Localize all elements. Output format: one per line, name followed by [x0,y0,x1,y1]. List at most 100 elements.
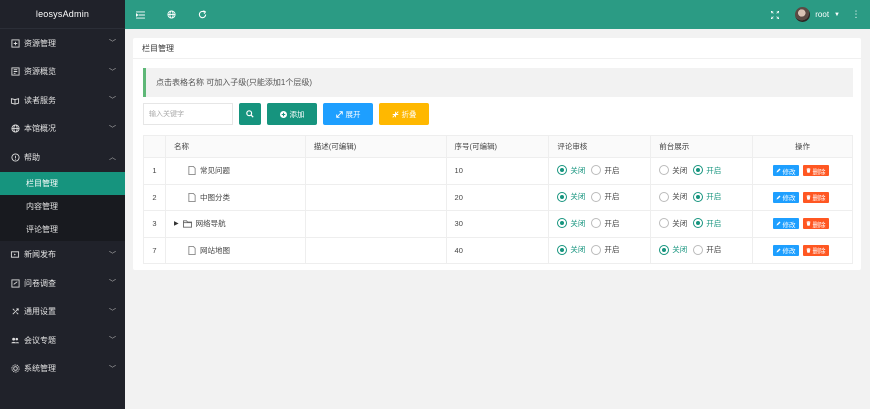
review-off-radio[interactable]: 关闭 [557,165,585,176]
row-name: 常见问题 [199,166,230,176]
row-order-cell[interactable]: 20 [445,183,550,211]
folder-icon [182,220,192,228]
fullscreen-button[interactable] [765,0,785,29]
delete-button[interactable]: 删除 [802,218,829,230]
row-display-cell: 关闭 开启 [650,157,754,185]
display-off-radio[interactable]: 关闭 [659,218,687,229]
table-row: 2 中图分类 20 关闭 开启 关闭 开启 修改 删除 [143,183,853,211]
delete-button[interactable]: 删除 [802,191,829,203]
row-name-cell[interactable]: 常见问题 [164,157,306,185]
chevron-down-icon: ﹀ [109,308,116,316]
chevron-down-icon: ﹀ [109,125,116,133]
chevron-down-icon: ﹀ [109,68,116,76]
add-button[interactable]: 添加 [267,103,317,125]
row-index: 3 [143,210,166,238]
tip-box: 点击表格名称 可加入子级(只能添加1个层级) [143,68,853,97]
resource-icon [10,38,20,48]
review-on-radio[interactable]: 开启 [591,191,619,202]
display-off-radio[interactable]: 关闭 [659,191,687,202]
overview-icon [10,67,20,77]
display-on-radio[interactable]: 开启 [693,244,721,255]
survey-icon [10,278,20,288]
file-icon [188,245,196,255]
sidebar-item-library-info[interactable]: 本馆概况 ﹀ [0,115,125,144]
review-on-radio[interactable]: 开启 [591,165,619,176]
edit-button[interactable]: 修改 [772,165,799,177]
review-on-radio[interactable]: 开启 [591,244,619,255]
display-on-radio[interactable]: 开启 [693,191,721,202]
row-name: 中图分类 [199,192,230,202]
search-icon [246,110,254,118]
row-order-cell[interactable]: 10 [445,157,550,185]
app-logo[interactable]: leosysAdmin [0,0,125,29]
sidebar-subitem-column-manage[interactable]: 栏目管理 [0,171,125,195]
edit-button[interactable]: 修改 [772,218,799,230]
chevron-down-icon: ﹀ [109,251,116,259]
display-on-radio[interactable]: 开启 [693,165,721,176]
collapse-button[interactable]: 折叠 [379,103,429,125]
pencil-icon [776,195,781,200]
column-header-index [143,135,166,158]
row-name-cell[interactable]: 网站地图 [164,236,306,264]
review-off-radio[interactable]: 关闭 [557,191,585,202]
sidebar-item-resource-manage[interactable]: 资源管理 ﹀ [0,29,125,58]
row-ops-cell: 修改 删除 [752,236,853,264]
sidebar-item-label: 本馆概况 [24,124,56,134]
search-button[interactable] [239,103,261,125]
refresh-button[interactable] [187,0,218,29]
search-input[interactable] [143,103,233,125]
row-desc-cell[interactable] [304,183,447,211]
file-icon [188,192,196,202]
website-button[interactable] [156,0,187,29]
help-submenu: 栏目管理 内容管理 评论管理 [0,171,125,241]
menu-toggle-icon [136,10,145,19]
sidebar-item-general-settings[interactable]: 通用设置 ﹀ [0,298,125,327]
sidebar: leosysAdmin 资源管理 ﹀ 资源概览 ﹀ 读者服务 ﹀ 本馆概况 ﹀ … [0,0,125,409]
menu-toggle-button[interactable] [125,0,156,29]
review-on-radio[interactable]: 开启 [591,218,619,229]
row-name-cell[interactable]: ▶ 网络导航 [164,210,306,238]
row-desc-cell[interactable] [304,236,447,264]
more-button[interactable]: ⋮ [850,0,862,29]
row-desc-cell[interactable] [304,210,447,238]
expand-button[interactable]: 展开 [323,103,373,125]
sidebar-subitem-comment-manage[interactable]: 评论管理 [0,218,125,241]
row-name-cell[interactable]: 中图分类 [164,183,306,211]
sidebar-item-resource-overview[interactable]: 资源概览 ﹀ [0,58,125,87]
sidebar-subitem-content-manage[interactable]: 内容管理 [0,195,125,218]
settings-icon [10,307,20,317]
sidebar-item-label: 帮助 [24,152,40,162]
row-order-cell[interactable]: 40 [445,236,550,264]
display-off-radio[interactable]: 关闭 [659,165,687,176]
pencil-icon [776,248,781,253]
review-off-radio[interactable]: 关闭 [557,218,585,229]
sidebar-item-news[interactable]: 新闻发布 ﹀ [0,241,125,270]
fullscreen-icon [771,10,780,19]
sidebar-item-reader-service[interactable]: 读者服务 ﹀ [0,86,125,115]
row-desc-cell[interactable] [304,157,447,185]
column-manage-card: 栏目管理 点击表格名称 可加入子级(只能添加1个层级) 添加 展开 折叠 名称 … [133,38,861,270]
row-display-cell: 关闭 开启 [650,210,754,238]
edit-button[interactable]: 修改 [772,191,799,203]
user-menu[interactable]: root ▼ [795,7,840,22]
sidebar-item-label: 读者服务 [24,95,56,105]
edit-button[interactable]: 修改 [772,244,799,256]
display-off-radio[interactable]: 关闭 [659,244,687,255]
chevron-down-icon: ﹀ [109,337,116,345]
row-index: 2 [143,183,166,211]
row-name: 网络导航 [195,219,226,229]
display-on-radio[interactable]: 开启 [693,218,721,229]
trash-icon [806,195,811,200]
toolbar: 添加 展开 折叠 [143,103,429,125]
sidebar-item-meeting[interactable]: 会议专题 ﹀ [0,326,125,355]
sidebar-item-survey[interactable]: 问卷调查 ﹀ [0,269,125,298]
column-header-ops: 操作 [752,135,853,158]
expand-arrow-icon[interactable]: ▶ [174,220,179,227]
sidebar-item-system-manage[interactable]: 系统管理 ﹀ [0,355,125,384]
delete-button[interactable]: 删除 [802,165,829,177]
review-off-radio[interactable]: 关闭 [557,244,585,255]
delete-button[interactable]: 删除 [802,244,829,256]
sidebar-item-help[interactable]: 帮助 ︿ [0,143,125,172]
sidebar-item-label: 问卷调查 [24,278,56,288]
row-order-cell[interactable]: 30 [445,210,550,238]
